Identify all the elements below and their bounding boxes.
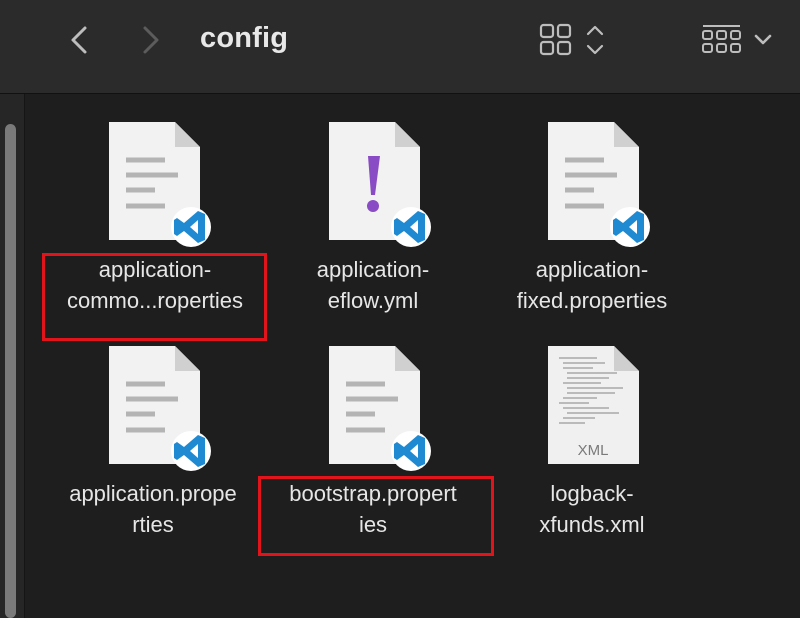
grid-view-icon[interactable] [538,22,610,58]
file-name-line2: xfunds.xml [539,512,645,537]
highlight-box [258,476,494,556]
xml-badge: XML [578,442,609,459]
group-by-icon[interactable] [700,22,778,58]
xml-file-icon: XML [548,346,639,464]
file-name-line1: application.prope [69,481,237,506]
toolbar: config [0,0,800,94]
vscode-document-icon [109,346,211,471]
vscode-document-icon [548,122,650,247]
file-name-line2: fixed.properties [516,288,668,313]
chevron-right-icon[interactable] [132,22,168,58]
file-name-line2: rties [132,512,174,537]
highlight-box [42,253,267,341]
file-name-line2: eflow.yml [327,288,419,313]
vscode-document-icon [329,346,431,471]
file-name-line1: logback- [550,481,634,506]
chevron-left-icon[interactable] [62,22,98,58]
vscode-document-icon [109,122,211,247]
vertical-scrollbar[interactable] [5,124,16,618]
vscode-yaml-icon [329,122,431,247]
file-name-line1: application- [316,257,430,282]
file-name-line1: application- [535,257,649,282]
window-title: config [200,22,289,54]
